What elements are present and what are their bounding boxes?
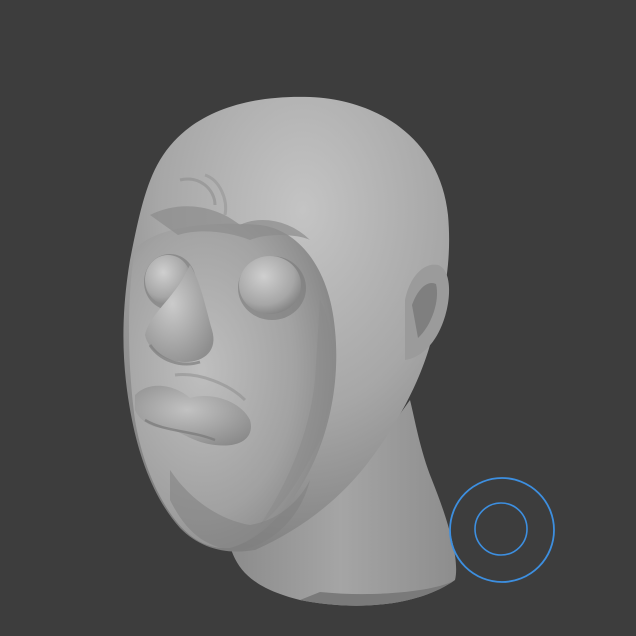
right-eyeball xyxy=(239,256,301,314)
brush-cursor-circle-icon[interactable] xyxy=(449,477,555,583)
viewport-canvas xyxy=(123,96,555,606)
sculpt-viewport[interactable] xyxy=(0,0,636,636)
